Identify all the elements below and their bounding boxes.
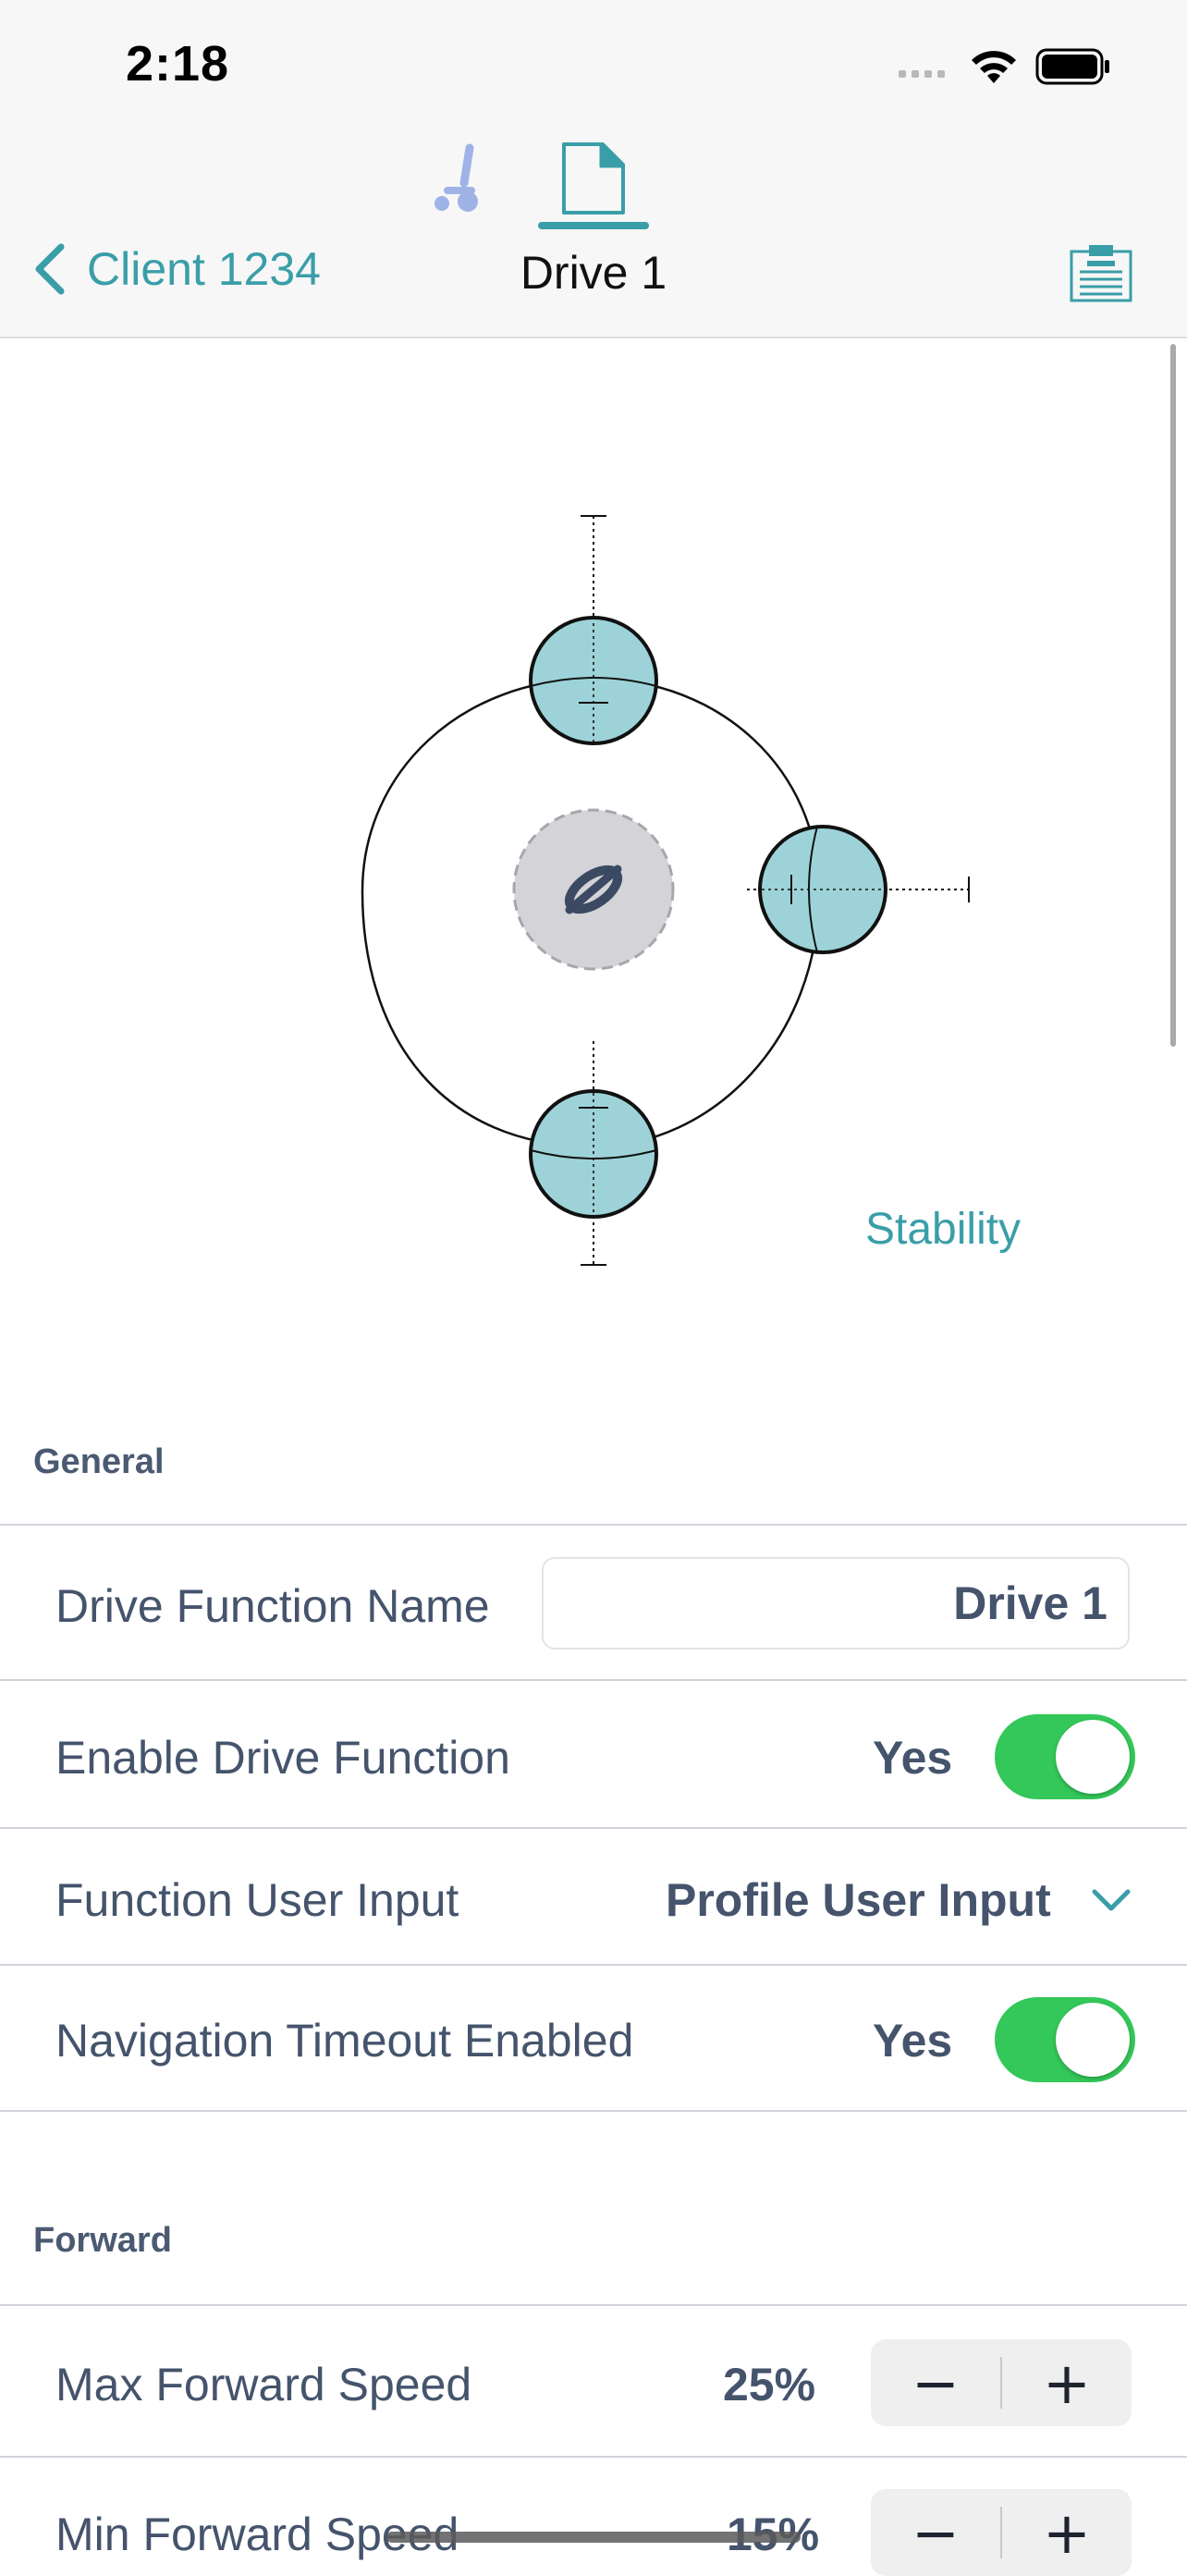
min-forward-speed-stepper[interactable]: − + xyxy=(871,2489,1132,2576)
divider xyxy=(0,1964,1187,1966)
toggle-knob xyxy=(1056,1720,1130,1794)
cellular-signal-icon xyxy=(899,70,945,78)
clipboard-icon[interactable] xyxy=(1069,242,1133,303)
function-user-input-select[interactable]: Profile User Input xyxy=(666,1873,1051,1927)
decrement-button[interactable]: − xyxy=(871,2339,1000,2426)
decrement-button[interactable]: − xyxy=(871,2489,1000,2576)
toggle-knob xyxy=(1056,2003,1130,2077)
status-time: 2:18 xyxy=(126,36,230,92)
navigation-timeout-label: Navigation Timeout Enabled xyxy=(55,2015,634,2067)
section-title-general: General xyxy=(33,1442,165,1481)
max-forward-speed-label: Max Forward Speed xyxy=(55,2359,472,2410)
enable-drive-function-label: Enable Drive Function xyxy=(55,1732,510,1784)
home-indicator[interactable] xyxy=(386,2532,801,2543)
battery-icon xyxy=(1035,48,1109,85)
drive-diagram xyxy=(361,515,970,1266)
drive-function-name-input[interactable]: Drive 1 xyxy=(542,1557,1130,1650)
divider xyxy=(0,1679,1187,1681)
increment-button[interactable]: + xyxy=(1002,2489,1132,2576)
divider xyxy=(0,1524,1187,1526)
divider xyxy=(0,2110,1187,2112)
wheelchair-icon[interactable] xyxy=(429,142,486,216)
divider xyxy=(0,1827,1187,1829)
stability-link[interactable]: Stability xyxy=(865,1204,1021,1255)
divider xyxy=(0,2456,1187,2458)
wifi-icon xyxy=(972,51,1016,83)
enable-drive-function-value: Yes xyxy=(873,1732,953,1784)
document-icon[interactable] xyxy=(558,141,629,216)
section-title-forward: Forward xyxy=(33,2221,172,2260)
divider xyxy=(0,2304,1187,2306)
navigation-timeout-value: Yes xyxy=(873,2015,953,2067)
increment-button[interactable]: + xyxy=(1002,2339,1132,2426)
enable-drive-function-toggle[interactable] xyxy=(995,1714,1135,1799)
max-forward-speed-value: 25% xyxy=(723,2359,816,2410)
chevron-down-icon[interactable] xyxy=(1091,1886,1132,1914)
max-forward-speed-stepper[interactable]: − + xyxy=(871,2339,1132,2426)
navigation-timeout-toggle[interactable] xyxy=(995,1997,1135,2082)
active-tab-indicator xyxy=(538,222,649,229)
drive-function-name-label: Drive Function Name xyxy=(55,1580,490,1632)
function-user-input-label: Function User Input xyxy=(55,1874,459,1926)
page-title: Drive 1 xyxy=(520,247,667,299)
